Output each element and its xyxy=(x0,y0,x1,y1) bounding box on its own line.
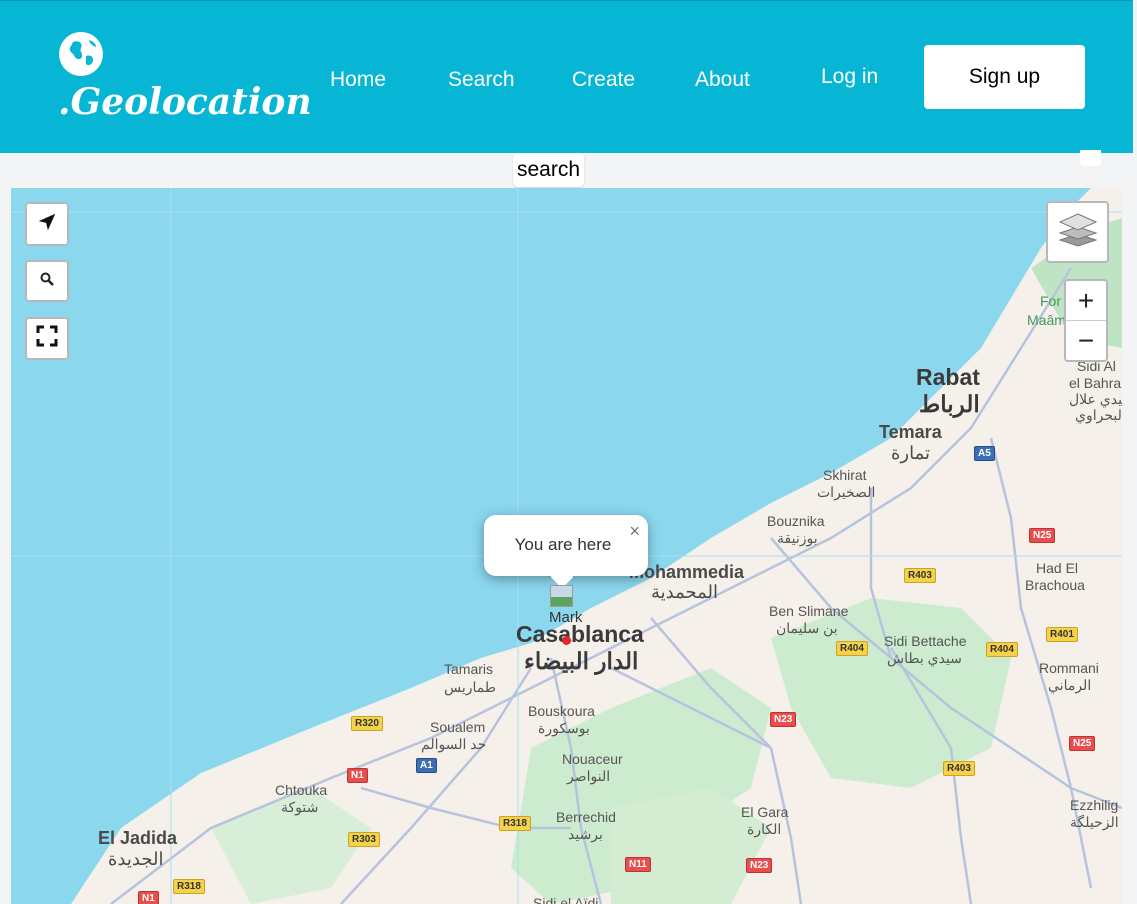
road-shield: N1 xyxy=(347,768,368,783)
location-pin-icon[interactable] xyxy=(562,636,571,645)
city-chtouka-ar: شتوكة xyxy=(281,799,319,815)
search-label[interactable]: search xyxy=(513,153,584,187)
city-bouskoura: Bouskoura xyxy=(528,703,595,719)
forest-label: For xyxy=(1040,293,1061,309)
city-sidibettache-ar: سيدي بطاش xyxy=(887,650,962,666)
city-temara-ar: تمارة xyxy=(891,443,931,463)
city-ezzhiliga-ar: الزحيلگة xyxy=(1070,814,1119,830)
road-shield: N25 xyxy=(1069,736,1096,751)
city-berrechid: Berrechid xyxy=(556,809,616,825)
nav-login[interactable]: Log in xyxy=(821,65,878,89)
header: .Geolocation Home Search Create About Lo… xyxy=(0,0,1133,153)
city-tamaris-ar: طماريس xyxy=(444,679,497,695)
city-el-bahra: el Bahra xyxy=(1069,375,1122,391)
city-brachoua: Brachoua xyxy=(1025,577,1085,593)
city-rabat-ar: الرباط xyxy=(919,391,980,417)
nav-create[interactable]: Create xyxy=(572,68,635,92)
city-bouznika-ar: بوزنيقة xyxy=(777,530,818,546)
nav-about[interactable]: About xyxy=(695,68,750,92)
city-benslimane: Ben Slimane xyxy=(769,603,849,619)
road-shield: N1 xyxy=(138,891,159,904)
location-popup: You are here × xyxy=(484,515,648,589)
marker-alt-text: Marker xyxy=(549,609,583,626)
map-search-button[interactable] xyxy=(25,260,69,302)
city-eljadida-ar: الجديدة xyxy=(108,849,164,869)
road-shield: R303 xyxy=(348,832,380,847)
city-chtouka: Chtouka xyxy=(275,782,328,798)
city-skhirat: Skhirat xyxy=(823,467,867,483)
road-shield: R404 xyxy=(986,642,1018,657)
city-rommani: Rommani xyxy=(1039,660,1099,676)
road-shield: N23 xyxy=(770,712,797,727)
city-rabat: Rabat xyxy=(916,364,980,390)
road-shield: R403 xyxy=(943,761,975,776)
city-had-el: Had El xyxy=(1036,560,1079,576)
fullscreen-icon xyxy=(36,325,58,352)
road-shield: R320 xyxy=(351,716,383,731)
city-soualem: Soualem xyxy=(430,719,486,735)
city-el-bahra-ar: البحراوي xyxy=(1075,407,1122,423)
road-shield: R404 xyxy=(836,641,868,656)
city-tamaris: Tamaris xyxy=(444,661,494,677)
city-nouaceur: Nouaceur xyxy=(562,751,623,767)
road-shield: A1 xyxy=(416,758,437,773)
zoom-in-button[interactable]: + xyxy=(1066,281,1106,320)
zoom-out-button[interactable]: − xyxy=(1066,320,1106,360)
signup-button[interactable]: Sign up xyxy=(924,45,1085,109)
city-eljadida: El Jadida xyxy=(98,828,178,848)
city-sidi-aidi: Sidi el Aïdi xyxy=(533,895,599,904)
road-shield: R318 xyxy=(173,879,205,894)
nav-search[interactable]: Search xyxy=(448,68,515,92)
small-toggle-button[interactable] xyxy=(1080,150,1101,166)
layers-button[interactable] xyxy=(1046,201,1109,263)
city-soualem-ar: حد السوالم xyxy=(421,736,487,752)
fullscreen-button[interactable] xyxy=(25,317,69,360)
navigation-arrow-icon xyxy=(36,211,58,238)
city-benslimane-ar: بن سليمان xyxy=(776,620,838,636)
city-mohammedia-ar: المحمدية xyxy=(651,582,719,602)
zoom-control: + − xyxy=(1064,279,1108,362)
road-shield: N23 xyxy=(746,858,773,873)
road-shield: R401 xyxy=(1046,627,1078,642)
city-sidi-allal-ar: سيدي علال xyxy=(1069,391,1122,407)
search-icon xyxy=(40,272,54,291)
city-casablanca-ar: الدار البيضاء xyxy=(524,648,639,674)
city-bouskoura-ar: بوسكورة xyxy=(538,720,590,736)
road-shield: N11 xyxy=(625,857,651,872)
maamora-label: Maâm xyxy=(1027,312,1066,328)
layers-icon xyxy=(1057,212,1098,253)
city-nouaceur-ar: النواصر xyxy=(567,768,611,784)
road-shield: A5 xyxy=(974,446,995,461)
marker-broken-image-icon[interactable] xyxy=(550,585,573,607)
road-shield: R403 xyxy=(904,568,936,583)
brand-logo-text[interactable]: .Geolocation xyxy=(58,81,312,123)
road-shield: R318 xyxy=(499,816,531,831)
globe-icon[interactable] xyxy=(59,32,103,76)
locate-button[interactable] xyxy=(25,202,69,246)
nav-home[interactable]: Home xyxy=(330,68,386,92)
popup-close-button[interactable]: × xyxy=(629,521,640,542)
city-temara: Temara xyxy=(879,422,942,442)
road-shield: N25 xyxy=(1029,528,1056,543)
city-rommani-ar: الرماني xyxy=(1048,677,1092,693)
city-sidibettache: Sidi Bettache xyxy=(884,633,967,649)
city-elgara-ar: الكارة xyxy=(747,821,782,837)
city-bouznika: Bouznika xyxy=(767,513,825,529)
city-elgara: El Gara xyxy=(741,804,789,820)
city-skhirat-ar: الصخيرات xyxy=(817,484,876,500)
popup-text: You are here xyxy=(514,535,612,554)
city-ezzhiliga: Ezzhilig xyxy=(1070,797,1119,813)
city-berrechid-ar: برشيد xyxy=(568,826,603,842)
